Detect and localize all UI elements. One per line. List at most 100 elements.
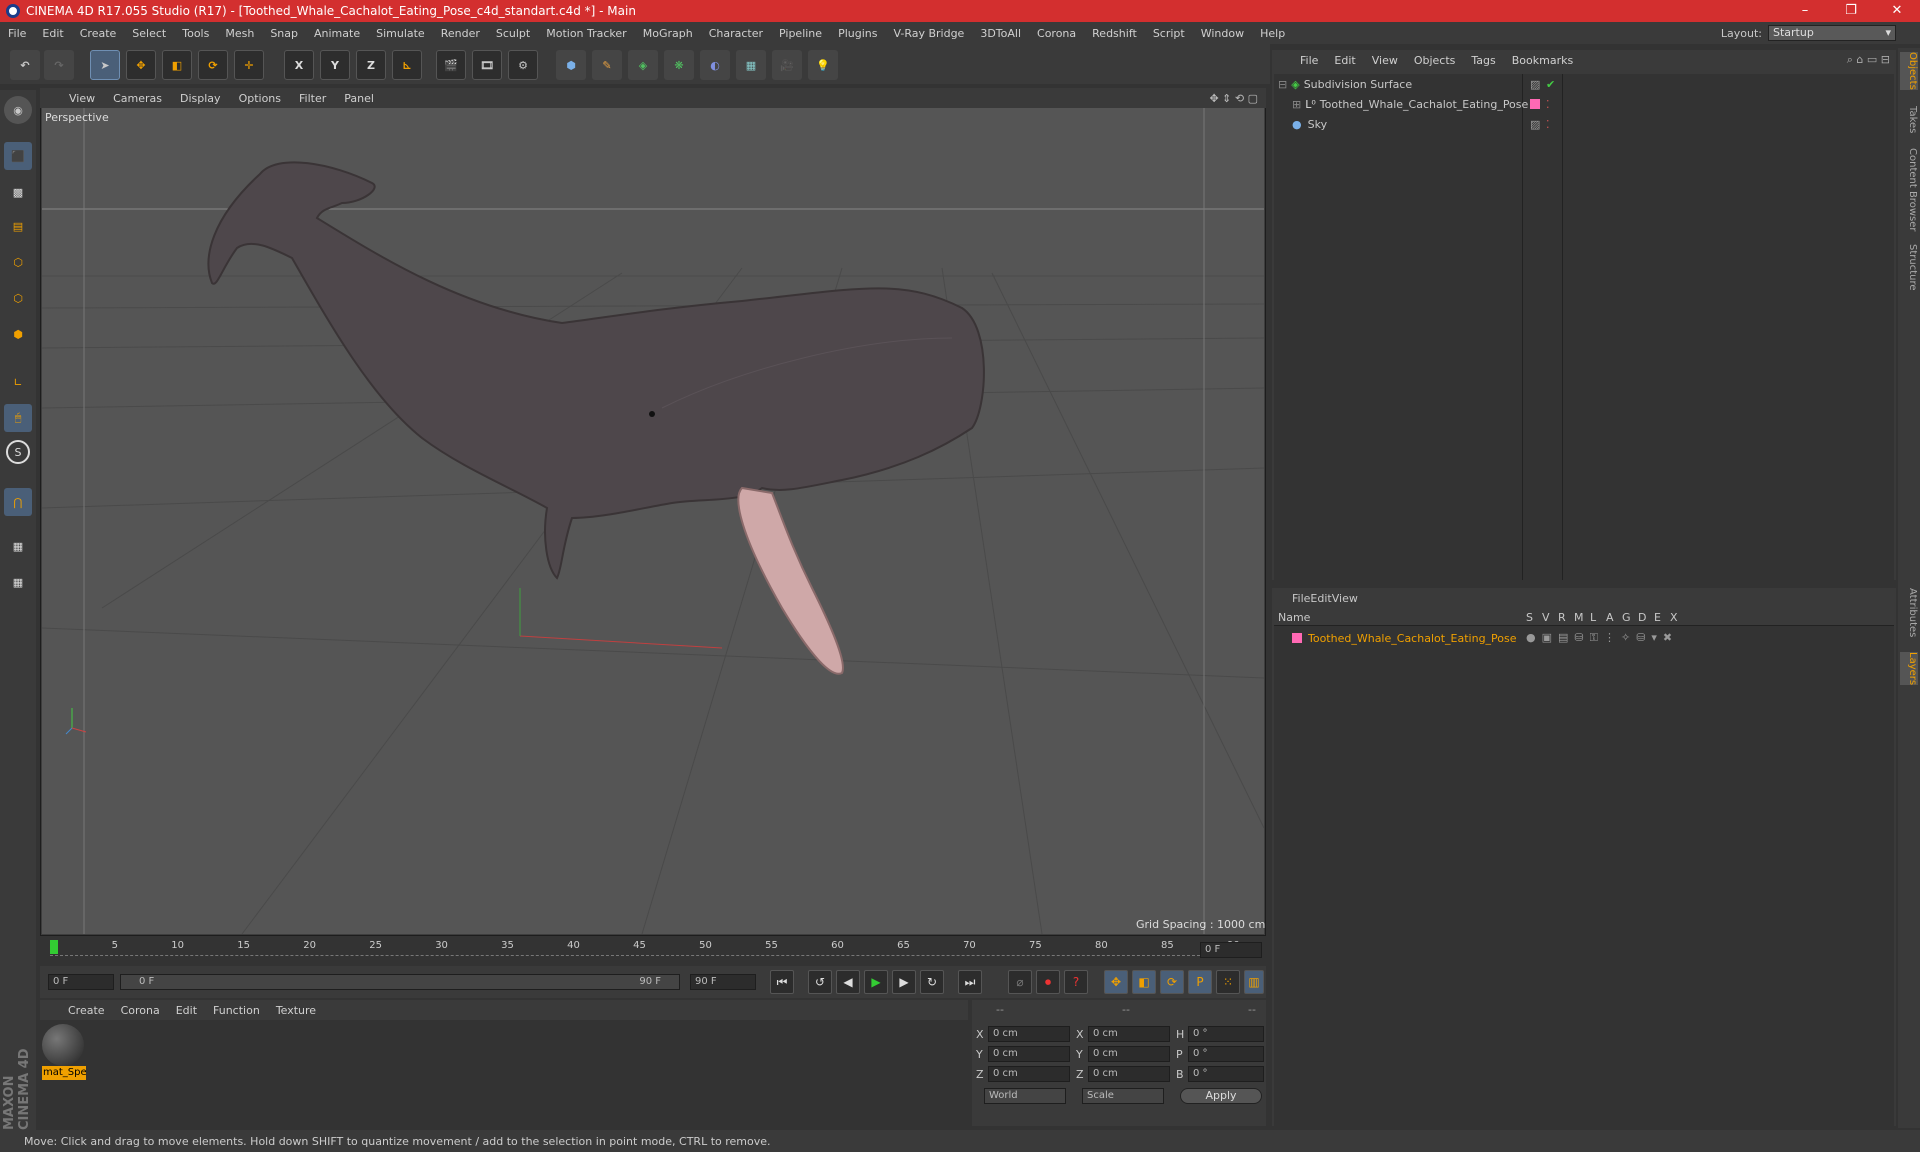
axis-mode-icon[interactable]: ∟ [4,368,32,396]
tab-attributes[interactable]: Attributes [1900,588,1918,637]
subdivision-surface-icon[interactable]: ◈ [628,50,658,80]
tab-structure[interactable]: Structure [1900,244,1918,291]
object-name[interactable]: Toothed_Whale_Cachalot_Eating_Pose [1320,98,1529,111]
object-menu-objects[interactable]: Objects [1406,54,1464,67]
menu-mograph[interactable]: MoGraph [635,27,701,40]
viewport-nav-icons[interactable]: ✥ ⇕ ⟲ ▢ [1209,92,1258,105]
playhead-marker[interactable] [50,940,58,954]
menu-create[interactable]: Create [72,27,125,40]
menu-animate[interactable]: Animate [306,27,368,40]
cloner-icon[interactable]: ❋ [664,50,694,80]
size-mode-dropdown[interactable]: Scale [1082,1088,1164,1104]
enabled-check-icon[interactable]: ✔ [1546,78,1555,91]
deformer-icon[interactable]: ◐ [700,50,730,80]
viewport-menu-view[interactable]: View [60,92,104,105]
tab-content-browser[interactable]: Content Browser [1900,148,1918,231]
maximize-button[interactable]: ❐ [1828,0,1874,22]
menu-edit[interactable]: Edit [34,27,71,40]
menu-character[interactable]: Character [701,27,771,40]
object-menu-bookmarks[interactable]: Bookmarks [1504,54,1581,67]
render-settings-icon[interactable]: ⚙ [508,50,538,80]
layer-color-swatch[interactable] [1292,633,1302,643]
viewport-menu-options[interactable]: Options [230,92,290,105]
coordinate-space-dropdown[interactable]: World [984,1088,1066,1104]
object-menu-tags[interactable]: Tags [1463,54,1503,67]
menu-pipeline[interactable]: Pipeline [771,27,830,40]
viewport-3d-scene[interactable] [42,108,1264,934]
viewport-menu-panel[interactable]: Panel [335,92,383,105]
object-name[interactable]: Sky [1308,118,1327,131]
layout-dropdown[interactable]: Startup [1768,25,1896,41]
render-view-icon[interactable]: 🎬 [436,50,466,80]
go-to-end-icon[interactable]: ⏭ [958,970,982,994]
visibility-toggle-icon[interactable]: ▨ [1530,78,1540,91]
position-y-field[interactable]: 0 cm [988,1046,1070,1062]
menu-render[interactable]: Render [433,27,488,40]
model-mode-icon[interactable]: ⬛ [4,142,32,170]
make-editable-icon[interactable]: ◉ [4,96,32,124]
rotation-b-field[interactable]: 0 ° [1188,1066,1264,1082]
workplane-lock-icon[interactable]: ▦ [4,532,32,560]
play-icon[interactable]: ▶ [864,970,888,994]
object-row-whale[interactable]: ⊞ L⁰ Toothed_Whale_Cachalot_Eating_Pose … [1274,94,1894,114]
polygons-mode-icon[interactable]: ⬢ [4,320,32,348]
material-menu-corona[interactable]: Corona [113,1004,168,1017]
material-menu-create[interactable]: Create [60,1004,113,1017]
redo-icon[interactable]: ↷ [44,50,74,80]
size-z-field[interactable]: 0 cm [1088,1066,1170,1082]
scale-tool-icon[interactable]: ◧ [162,50,192,80]
previous-frame-icon[interactable]: ◀ [836,970,860,994]
key-parameter-icon[interactable]: P [1188,970,1212,994]
menu-vray-bridge[interactable]: V-Ray Bridge [885,27,972,40]
frame-range-slider[interactable]: 0 F 90 F [120,974,680,990]
position-x-field[interactable]: 0 cm [988,1026,1070,1042]
menu-plugins[interactable]: Plugins [830,27,885,40]
key-position-icon[interactable]: ✥ [1104,970,1128,994]
collapse-icon[interactable]: ⊟ [1278,78,1287,91]
layer-color-icon[interactable] [1530,99,1540,109]
x-axis-lock-button[interactable]: X [284,50,314,80]
render-picture-viewer-icon[interactable]: 🎞 [472,50,502,80]
timeline-window-icon[interactable]: ▥ [1244,970,1264,994]
cube-primitive-icon[interactable]: ⬢ [556,50,586,80]
layer-menu-view[interactable]: View [1332,592,1358,605]
material-menu-edit[interactable]: Edit [168,1004,205,1017]
menu-select[interactable]: Select [124,27,174,40]
menu-help[interactable]: Help [1252,27,1293,40]
workplane-mode-icon[interactable]: ▤ [4,212,32,240]
visibility-dots-icon[interactable]: ⁚ [1546,118,1550,131]
object-row-sky[interactable]: ● Sky ▨ ⁚ [1274,114,1894,134]
object-menu-file[interactable]: File [1292,54,1326,67]
layer-row[interactable]: Toothed_Whale_Cachalot_Eating_Pose ●▣▤⛁⚿… [1274,628,1894,648]
z-axis-lock-button[interactable]: Z [356,50,386,80]
rotate-tool-icon[interactable]: ⟳ [198,50,228,80]
min-frame-field[interactable]: 0 F [48,974,114,990]
menu-tools[interactable]: Tools [174,27,217,40]
live-select-icon[interactable]: ✛ [234,50,264,80]
pen-spline-icon[interactable]: ✎ [592,50,622,80]
object-row-subdivision[interactable]: ⊟ ◈ Subdivision Surface ▨ ✔ [1274,74,1894,94]
key-scale-icon[interactable]: ◧ [1132,970,1156,994]
menu-mesh[interactable]: Mesh [217,27,262,40]
visibility-dots-icon[interactable]: ⁚ [1546,98,1550,111]
next-key-icon[interactable]: ↻ [920,970,944,994]
object-name[interactable]: Subdivision Surface [1304,78,1412,91]
rotation-h-field[interactable]: 0 ° [1188,1026,1264,1042]
select-arrow-icon[interactable]: ➤ [90,50,120,80]
go-to-start-icon[interactable]: ⏮ [770,970,794,994]
viewport-menu-display[interactable]: Display [171,92,230,105]
layer-flag-icons[interactable]: ●▣▤⛁⚿⋮✧⛁▾✖ [1526,631,1678,645]
menu-snap[interactable]: Snap [262,27,306,40]
apply-button[interactable]: Apply [1180,1088,1262,1104]
menu-corona[interactable]: Corona [1029,27,1084,40]
tab-objects[interactable]: Objects [1900,52,1918,90]
material-swatch[interactable]: mat_Spe [42,1024,86,1082]
max-frame-field[interactable]: 90 F [690,974,756,990]
camera-icon[interactable]: 🎥 [772,50,802,80]
layer-menu-file[interactable]: File [1292,592,1310,605]
timeline-ruler[interactable]: 0 5 10 15 20 25 30 35 40 45 50 55 60 65 … [40,936,1266,964]
layer-name[interactable]: Toothed_Whale_Cachalot_Eating_Pose [1308,632,1517,645]
previous-key-icon[interactable]: ↺ [808,970,832,994]
visibility-toggle-icon[interactable]: ▨ [1530,118,1540,131]
tweak-mode-icon[interactable]: 🖱 [4,404,32,432]
